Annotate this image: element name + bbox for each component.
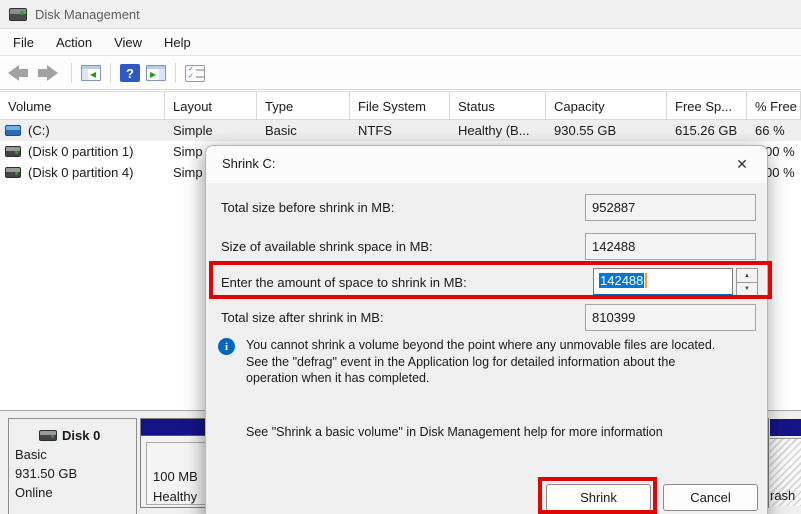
cancel-button[interactable]: Cancel (663, 484, 758, 511)
column-header-type[interactable]: Type (257, 92, 350, 119)
back-icon[interactable] (8, 64, 32, 82)
disk-management-icon (9, 8, 27, 21)
spin-down-icon[interactable]: ▼ (736, 282, 758, 296)
column-header-file-system[interactable]: File System (350, 92, 450, 119)
column-header-volume[interactable]: Volume (0, 92, 165, 119)
close-icon[interactable]: ✕ (731, 153, 753, 175)
volume-list-header: Volume Layout Type File System Status Ca… (0, 92, 801, 120)
show-console-tree-icon[interactable]: ◀ (81, 65, 101, 81)
menu-help[interactable]: Help (153, 31, 202, 54)
window-title: Disk Management (35, 7, 140, 22)
toolbar-separator (110, 63, 111, 83)
selected-input-text: 142488 (599, 273, 644, 288)
volume-c-icon (5, 125, 21, 136)
info-text: You cannot shrink a volume beyond the po… (246, 337, 761, 387)
menu-bar: File Action View Help (0, 30, 801, 56)
spin-up-icon[interactable]: ▲ (736, 268, 758, 282)
partition-block-selected-fragment[interactable]: rash (768, 418, 801, 508)
label-total-before: Total size before shrink in MB: (221, 200, 394, 215)
spinner-buttons: ▲ ▼ (736, 268, 758, 296)
show-action-pane-icon[interactable]: ▶ (146, 65, 166, 81)
label-available-shrink: Size of available shrink space in MB: (221, 239, 433, 254)
shrink-amount-input[interactable]: 142488 (593, 268, 733, 296)
help-icon[interactable]: ? (120, 64, 140, 82)
toolbar-separator (71, 63, 72, 83)
menu-action[interactable]: Action (45, 31, 103, 54)
dialog-title: Shrink C: (222, 156, 275, 171)
shrink-dialog: Shrink C: ✕ Total size before shrink in … (205, 145, 768, 514)
info-icon: i (218, 338, 235, 355)
menu-view[interactable]: View (103, 31, 153, 54)
column-header-free-space[interactable]: Free Sp... (667, 92, 747, 119)
partition-icon (5, 167, 21, 178)
partition-color-bar (770, 419, 801, 436)
column-header-capacity[interactable]: Capacity (546, 92, 667, 119)
disk-name: Disk 0 (62, 428, 100, 443)
disk-0-info-box[interactable]: Disk 0 Basic 931.50 GB Online (8, 418, 137, 514)
label-shrink-amount: Enter the amount of space to shrink in M… (221, 275, 467, 290)
column-header-pct-free[interactable]: % Free (747, 92, 801, 119)
column-header-layout[interactable]: Layout (165, 92, 257, 119)
disk-type: Basic (15, 447, 136, 462)
disk-management-window: Disk Management File Action View Help ◀ … (0, 0, 801, 514)
help-reference-text: See "Shrink a basic volume" in Disk Mana… (246, 425, 663, 439)
toolbar-separator (175, 63, 176, 83)
label-total-after: Total size after shrink in MB: (221, 310, 384, 325)
column-header-status[interactable]: Status (450, 92, 546, 119)
volume-row-c[interactable]: (C:) Simple Basic NTFS Healthy (B... 930… (0, 120, 801, 141)
field-total-before: 952887 (585, 194, 756, 221)
checklist-icon[interactable]: ✓ ✓ (185, 65, 205, 82)
field-available-shrink: 142488 (585, 233, 756, 260)
disk-icon (39, 430, 57, 441)
disk-status: Online (15, 485, 136, 500)
window-titlebar: Disk Management (0, 0, 801, 29)
toolbar: ◀ ? ▶ ✓ ✓ (0, 57, 801, 90)
partition-status-fragment: rash (770, 488, 795, 503)
forward-icon[interactable] (38, 64, 62, 82)
shrink-button[interactable]: Shrink (546, 484, 651, 511)
disk-size: 931.50 GB (15, 466, 136, 481)
partition-icon (5, 146, 21, 157)
field-total-after: 810399 (585, 304, 756, 331)
text-caret (645, 273, 647, 288)
dialog-titlebar: Shrink C: ✕ (206, 146, 767, 183)
menu-file[interactable]: File (2, 31, 45, 54)
